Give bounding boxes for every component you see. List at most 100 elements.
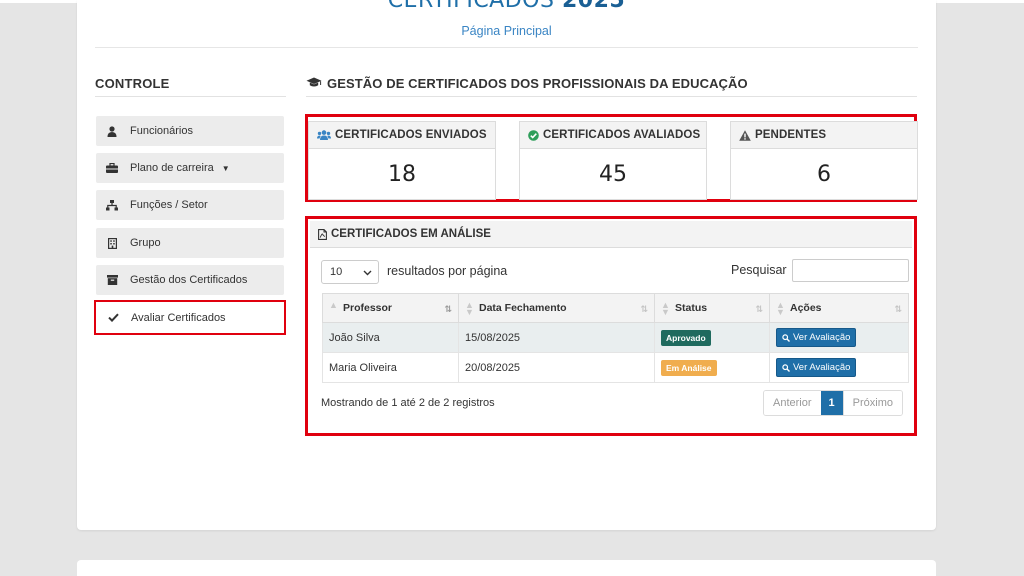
- sort-icon: ▲ ▼: [661, 300, 670, 317]
- panel-title: CERTIFICADOS EM ANÁLISE: [331, 228, 491, 240]
- status-badge: Em Análise: [661, 359, 717, 376]
- sidebar-item-label: Funções / Setor: [130, 199, 208, 211]
- column-header-label: Status: [675, 302, 708, 314]
- table-row: Maria Oliveira 20/08/2025 Em Análise Ver…: [322, 352, 909, 383]
- cell-actions: Ver Avaliação: [769, 322, 909, 353]
- page-title-text: CERTIFICADOS: [387, 0, 555, 13]
- column-header-label: Professor: [343, 302, 393, 314]
- pagination-next-button[interactable]: Próximo: [842, 391, 902, 415]
- sidebar-item-label: Funcionários: [130, 125, 193, 137]
- sidebar-item-funcoes-setor[interactable]: Funções / Setor: [96, 190, 284, 220]
- sidebar-item-avaliar-certificados[interactable]: Avaliar Certificados: [97, 302, 284, 333]
- top-strip: [936, 0, 1024, 3]
- building-icon: [106, 237, 118, 249]
- archive-icon: [106, 275, 118, 285]
- sidebar-item-grupo[interactable]: Grupo: [96, 228, 284, 258]
- stat-value: 6: [817, 162, 831, 187]
- divider: [95, 47, 918, 48]
- cell-status: Em Análise: [654, 352, 770, 383]
- sidebar-item-label: Plano de carreira: [130, 162, 214, 174]
- analysis-highlight-frame: CERTIFICADOS EM ANÁLISE 10 resultados po…: [305, 216, 917, 436]
- pagination: Anterior 1 Próximo: [763, 390, 903, 416]
- button-label: Ver Avaliação: [793, 332, 851, 343]
- stat-label: CERTIFICADOS ENVIADOS: [335, 129, 487, 141]
- view-evaluation-button[interactable]: Ver Avaliação: [776, 328, 857, 347]
- cell-date: 20/08/2025: [458, 352, 655, 383]
- cell-professor: João Silva: [322, 322, 459, 353]
- sort-icon: ▲ ▼: [776, 300, 785, 317]
- column-header-label: Ações: [790, 302, 822, 314]
- stat-label: CERTIFICADOS AVALIADOS: [543, 129, 701, 141]
- cell-date: 15/08/2025: [458, 322, 655, 353]
- users-icon: [317, 130, 331, 140]
- cell-actions: Ver Avaliação: [769, 352, 909, 383]
- page-length-label: resultados por página: [387, 264, 508, 278]
- top-strip-left: [0, 0, 78, 3]
- sort-icon: ⇅: [755, 304, 763, 314]
- file-pdf-icon: [318, 228, 327, 240]
- sidebar-item-label: Grupo: [130, 237, 161, 249]
- search-icon: [782, 333, 790, 342]
- column-header-label: Data Fechamento: [479, 302, 567, 314]
- sidebar-item-plano-de-carreira[interactable]: Plano de carreira ▼: [96, 153, 284, 183]
- caret-down-icon: ▼: [221, 163, 230, 173]
- briefcase-icon: [106, 163, 118, 173]
- graduation-cap-icon: [306, 76, 322, 91]
- table-row: João Silva 15/08/2025 Aprovado Ver Avali…: [322, 322, 909, 353]
- sort-icon: ⇅: [640, 304, 648, 314]
- page-title-year: 2025: [561, 0, 626, 13]
- stat-card-pendentes: PENDENTES 6: [730, 121, 918, 200]
- search-label: Pesquisar: [731, 263, 787, 277]
- sort-icon: ⇅: [894, 304, 902, 314]
- column-header-status[interactable]: ▲ ▼ Status ⇅: [654, 293, 770, 323]
- divider: [95, 96, 286, 97]
- page-title: CERTIFICADOS 2025: [77, 0, 936, 13]
- search-icon: [782, 363, 790, 372]
- sidebar-item-funcionarios[interactable]: Funcionários: [96, 116, 284, 146]
- view-evaluation-button[interactable]: Ver Avaliação: [776, 358, 857, 377]
- sort-icon: ▲: [329, 300, 338, 310]
- page-length-select[interactable]: 10: [321, 260, 379, 284]
- stat-value: 45: [599, 162, 627, 187]
- stat-card-header: PENDENTES: [731, 122, 917, 149]
- stat-card-header: CERTIFICADOS ENVIADOS: [309, 122, 495, 149]
- chevron-down-icon: [363, 267, 372, 279]
- sidebar-item-label: Gestão dos Certificados: [130, 274, 248, 286]
- sidebar-heading: CONTROLE: [95, 76, 170, 91]
- column-header-professor[interactable]: ▲ Professor ⇅: [322, 293, 459, 323]
- pagination-page-button[interactable]: 1: [820, 391, 843, 415]
- breadcrumb[interactable]: Página Principal: [77, 24, 936, 38]
- check-icon: [107, 313, 119, 322]
- section-title-text: GESTÃO DE CERTIFICADOS DOS PROFISSIONAIS…: [327, 76, 748, 91]
- stat-label: PENDENTES: [755, 129, 827, 141]
- button-label: Ver Avaliação: [793, 362, 851, 373]
- stats-highlight-frame: CERTIFICADOS ENVIADOS 18 CERTIFICADOS AV…: [305, 114, 918, 202]
- column-header-data-fechamento[interactable]: ▲ ▼ Data Fechamento ⇅: [458, 293, 655, 323]
- check-circle-icon: [528, 129, 539, 141]
- cell-status: Aprovado: [654, 322, 770, 353]
- sort-alpha-icon: ⇅: [444, 304, 452, 314]
- stat-card-enviados: CERTIFICADOS ENVIADOS 18: [308, 121, 496, 200]
- sort-icon: ▲ ▼: [465, 300, 474, 317]
- sidebar-item-gestao-dos-certificados[interactable]: Gestão dos Certificados: [96, 265, 284, 295]
- divider: [306, 96, 917, 97]
- warning-icon: [739, 129, 751, 141]
- section-title: GESTÃO DE CERTIFICADOS DOS PROFISSIONAIS…: [306, 76, 748, 91]
- panel-header: CERTIFICADOS EM ANÁLISE: [310, 221, 912, 248]
- column-header-acoes[interactable]: ▲ ▼ Ações ⇅: [769, 293, 909, 323]
- search-input[interactable]: [792, 259, 909, 282]
- main-card: CERTIFICADOS 2025 Página Principal CONTR…: [77, 0, 936, 530]
- sidebar-item-label: Avaliar Certificados: [131, 311, 226, 324]
- pagination-previous-button[interactable]: Anterior: [764, 391, 821, 415]
- stat-card-header: CERTIFICADOS AVALIADOS: [520, 122, 706, 149]
- footer-card: [77, 560, 936, 576]
- cell-professor: Maria Oliveira: [322, 352, 459, 383]
- user-icon: [106, 125, 118, 137]
- stat-card-avaliados: CERTIFICADOS AVALIADOS 45: [519, 121, 707, 200]
- status-badge: Aprovado: [661, 329, 711, 346]
- table-info: Mostrando de 1 até 2 de 2 registros: [321, 397, 495, 409]
- page-length-value: 10: [330, 266, 343, 278]
- stat-value: 18: [388, 162, 416, 187]
- sitemap-icon: [106, 199, 118, 211]
- certificates-table: ▲ Professor ⇅ ▲ ▼ Data Fechamento ⇅ ▲ ▼ St…: [322, 293, 909, 383]
